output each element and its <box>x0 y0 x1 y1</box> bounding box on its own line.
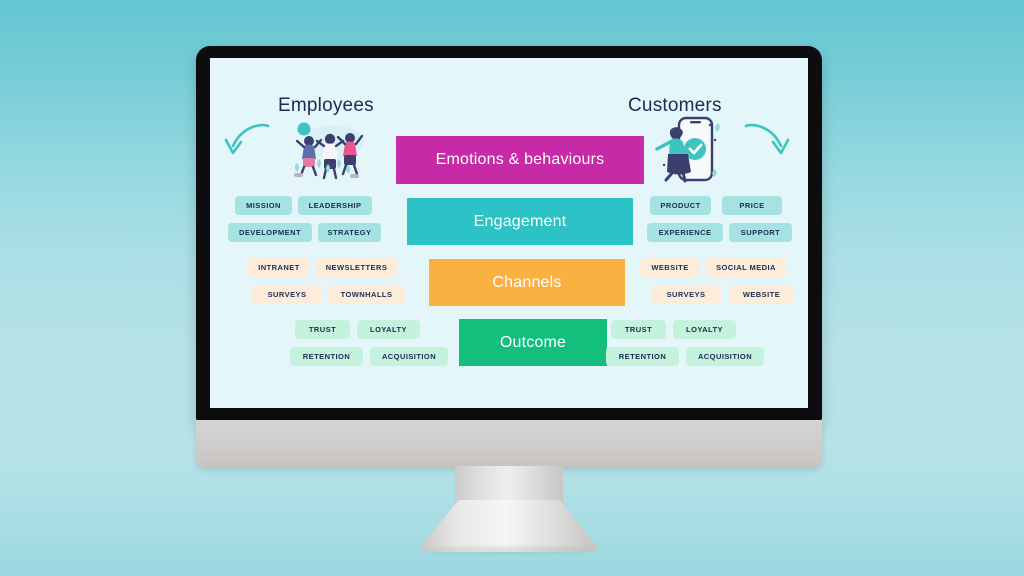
tag-development[interactable]: DEVELOPMENT <box>228 223 312 242</box>
tag-acquisition-customer[interactable]: ACQUISITION <box>686 347 764 366</box>
center-bar-engagement[interactable]: Engagement <box>407 198 633 245</box>
tag-loyalty-customer[interactable]: LOYALTY <box>673 320 736 339</box>
curved-arrow-down-right-icon <box>740 120 792 177</box>
tag-loyalty-employee[interactable]: LOYALTY <box>357 320 420 339</box>
tag-website-2[interactable]: WEBSITE <box>729 285 794 304</box>
tag-product[interactable]: PRODUCT <box>650 196 711 215</box>
tag-strategy[interactable]: STRATEGY <box>318 223 381 242</box>
tag-intranet[interactable]: INTRANET <box>248 258 310 277</box>
center-bar-channels[interactable]: Channels <box>429 259 625 306</box>
tag-experience[interactable]: EXPERIENCE <box>647 223 723 242</box>
monitor-stand-foot <box>419 500 599 552</box>
engagement-diagram: Employees Customers Emotions & behaviour… <box>210 58 808 408</box>
celebrating-employees-illustration <box>286 116 372 187</box>
tag-trust-employee[interactable]: TRUST <box>295 320 350 339</box>
curved-arrow-down-left-icon <box>222 120 274 177</box>
tag-acquisition-employee[interactable]: ACQUISITION <box>370 347 448 366</box>
center-bar-emotions-and-behaviours[interactable]: Emotions & behaviours <box>396 136 644 184</box>
tag-social-media[interactable]: SOCIAL MEDIA <box>706 258 786 277</box>
tag-support[interactable]: SUPPORT <box>729 223 792 242</box>
monitor-stand-shadow <box>424 547 594 553</box>
tag-surveys[interactable]: SURVEYS <box>252 285 322 304</box>
scene: Employees Customers Emotions & behaviour… <box>0 0 1024 576</box>
monitor-chin <box>196 420 822 467</box>
tag-retention-customer[interactable]: RETENTION <box>606 347 679 366</box>
tag-surveys-customer[interactable]: SURVEYS <box>651 285 721 304</box>
monitor-bezel: Employees Customers Emotions & behaviour… <box>196 46 822 421</box>
tag-retention-employee[interactable]: RETENTION <box>290 347 363 366</box>
tag-townhalls[interactable]: TOWNHALLS <box>328 285 405 304</box>
tag-trust-customer[interactable]: TRUST <box>611 320 666 339</box>
tag-price[interactable]: PRICE <box>722 196 782 215</box>
tag-mission[interactable]: MISSION <box>235 196 292 215</box>
customer-mobile-checkmark-illustration <box>652 113 726 190</box>
monitor-screen: Employees Customers Emotions & behaviour… <box>210 58 808 408</box>
tag-website[interactable]: WEBSITE <box>640 258 700 277</box>
column-title-employees: Employees <box>278 95 374 116</box>
tag-newsletters[interactable]: NEWSLETTERS <box>316 258 397 277</box>
tag-leadership[interactable]: LEADERSHIP <box>298 196 372 215</box>
center-bar-outcome[interactable]: Outcome <box>459 319 607 366</box>
